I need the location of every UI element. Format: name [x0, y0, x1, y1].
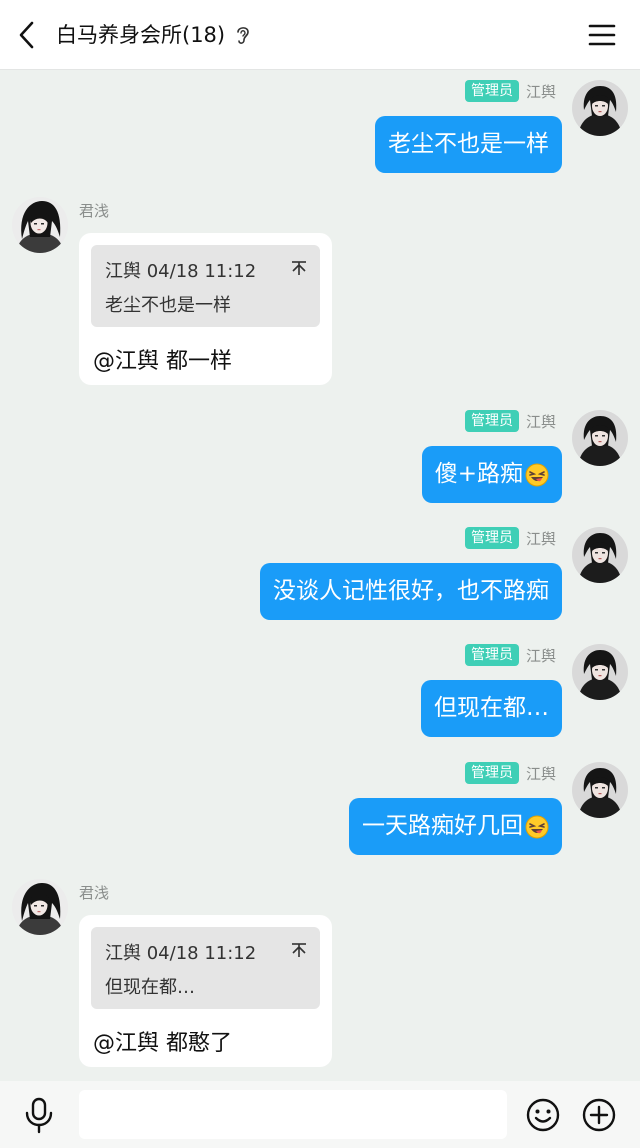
jump-to-quote-icon[interactable] — [290, 941, 308, 959]
admin-badge: 管理员 — [464, 410, 519, 432]
ear-icon — [237, 27, 249, 44]
quote-header: 江舆 04/18 11:12 — [105, 943, 257, 964]
more-button[interactable] — [581, 1097, 617, 1133]
menu-button[interactable] — [584, 17, 620, 53]
message-row: 君浅 江舆 04/18 11:12 但现在都… @江舆 都憨了 — [0, 879, 640, 1074]
message-text: @江舆 都一样 — [93, 349, 232, 374]
admin-badge: 管理员 — [464, 80, 519, 102]
message-text: 一天路痴好几回 — [362, 813, 523, 839]
quoted-message[interactable]: 江舆 04/18 11:12 老尘不也是一样 — [91, 245, 320, 327]
chevron-left-icon — [19, 21, 34, 49]
message-bubble[interactable]: 没谈人记性很好，也不路痴 — [260, 563, 562, 620]
message-row: 管理员 江舆 一天路痴好几回 — [0, 752, 640, 862]
message-row: 君浅 江舆 04/18 11:12 老尘不也是一样 @江舆 都一样 — [0, 197, 640, 387]
sender-name: 江舆 — [525, 764, 556, 783]
input-bar — [0, 1081, 640, 1148]
message-bubble[interactable]: 傻+路痴 — [421, 446, 562, 503]
message-text: 老尘不也是一样 — [388, 131, 549, 157]
reply-bubble[interactable]: 江舆 04/18 11:12 但现在都… @江舆 都憨了 — [79, 915, 332, 1067]
avatar[interactable] — [572, 80, 628, 136]
back-button[interactable] — [10, 17, 46, 53]
chat-title: 白马养身会所(18) — [56, 23, 226, 47]
sender-name: 江舆 — [525, 412, 556, 431]
avatar[interactable] — [572, 644, 628, 700]
admin-badge: 管理员 — [464, 762, 519, 784]
smiley-icon — [526, 1098, 560, 1132]
quote-header: 江舆 04/18 11:12 — [105, 261, 257, 282]
message-text: 但现在都… — [434, 695, 549, 721]
voice-button[interactable] — [22, 1096, 56, 1134]
sender-name: 江舆 — [525, 529, 556, 548]
sender-name: 江舆 — [525, 646, 556, 665]
message-row: 管理员 江舆 没谈人记性很好，也不路痴 — [0, 517, 640, 627]
message-row: 管理员 江舆 老尘不也是一样 — [0, 70, 640, 180]
message-meta: 管理员 江舆 — [464, 527, 556, 549]
message-text: @江舆 都憨了 — [93, 1031, 232, 1056]
laughing-face-emoji-icon — [525, 463, 549, 487]
message-bubble[interactable]: 老尘不也是一样 — [375, 116, 562, 173]
laughing-face-emoji-icon — [525, 815, 549, 839]
message-bubble[interactable]: 但现在都… — [421, 680, 562, 737]
avatar[interactable] — [572, 762, 628, 818]
avatar[interactable] — [572, 527, 628, 583]
message-meta: 管理员 江舆 — [464, 410, 556, 432]
message-bubble[interactable]: 一天路痴好几回 — [349, 798, 562, 855]
reply-bubble[interactable]: 江舆 04/18 11:12 老尘不也是一样 @江舆 都一样 — [79, 233, 332, 385]
quote-text: 老尘不也是一样 — [105, 295, 231, 316]
quote-text: 但现在都… — [105, 977, 195, 998]
avatar[interactable] — [572, 410, 628, 466]
sender-name: 君浅 — [79, 202, 110, 220]
emoji-button[interactable] — [525, 1097, 561, 1133]
message-text: 没谈人记性很好，也不路痴 — [273, 578, 549, 604]
jump-to-quote-icon[interactable] — [290, 259, 308, 277]
message-meta: 管理员 江舆 — [464, 80, 556, 102]
avatar[interactable] — [12, 197, 68, 253]
hamburger-menu-icon — [588, 24, 616, 46]
admin-badge: 管理员 — [464, 527, 519, 549]
sender-name: 君浅 — [79, 884, 110, 902]
avatar[interactable] — [12, 879, 68, 935]
message-row: 管理员 江舆 但现在都… — [0, 634, 640, 744]
message-meta: 管理员 江舆 — [464, 762, 556, 784]
microphone-icon — [25, 1097, 53, 1134]
message-meta: 管理员 江舆 — [464, 644, 556, 666]
chat-header: 白马养身会所(18) — [0, 0, 640, 70]
admin-badge: 管理员 — [464, 644, 519, 666]
message-text: 傻+路痴 — [434, 461, 523, 487]
quoted-message[interactable]: 江舆 04/18 11:12 但现在都… — [91, 927, 320, 1009]
message-input[interactable] — [79, 1090, 507, 1139]
sender-name: 江舆 — [525, 82, 556, 101]
message-row: 管理员 江舆 傻+路痴 — [0, 400, 640, 510]
plus-circle-icon — [582, 1098, 616, 1132]
